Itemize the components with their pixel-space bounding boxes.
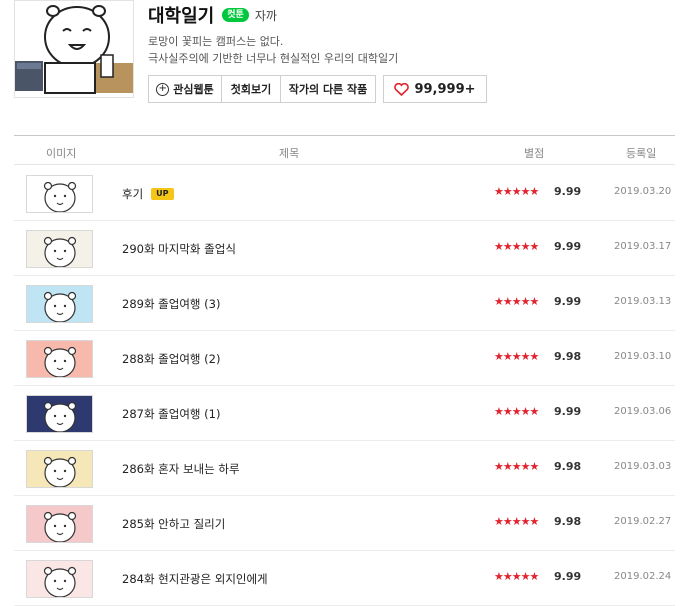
rating-score: 9.98: [554, 515, 582, 528]
rating-stars: ★★★★★: [494, 460, 539, 473]
episode-title[interactable]: 288화 졸업여행 (2): [122, 351, 220, 367]
episode-date: 2019.03.13: [614, 296, 672, 307]
episode-thumbnail[interactable]: [26, 175, 93, 213]
episode-table-header: 이미지 제목 별점 등록일: [14, 135, 675, 165]
episode-title[interactable]: 후기 UP: [122, 186, 174, 202]
episode-row[interactable]: 287화 졸업여행 (1) ★★★★★ 9.99 2019.03.06: [14, 386, 675, 441]
episode-thumbnail[interactable]: [26, 340, 93, 378]
rating-stars: ★★★★★: [494, 185, 539, 198]
author-name[interactable]: 자까: [255, 7, 277, 24]
rating-stars: ★★★★★: [494, 240, 539, 253]
episode-title[interactable]: 285화 안하고 질리기: [122, 516, 225, 532]
author-other-works-button[interactable]: 작가의 다른 작품: [281, 75, 376, 103]
rating-score: 9.99: [554, 405, 582, 418]
favorite-button[interactable]: + 관심웹툰: [148, 75, 222, 103]
header-rating: 별점: [524, 147, 545, 160]
up-badge: UP: [151, 188, 174, 200]
episode-title-text: 290화 마지막화 졸업식: [122, 242, 236, 256]
like-count: 99,999+: [414, 81, 476, 97]
rating-score: 9.99: [554, 570, 582, 583]
rating-score: 9.98: [554, 460, 582, 473]
first-episode-label: 첫회보기: [230, 83, 272, 96]
rating-score: 9.99: [554, 185, 582, 198]
episode-row[interactable]: 후기 UP ★★★★★ 9.99 2019.03.20: [14, 166, 675, 221]
description-line-2: 극사실주의에 기반한 너무나 현실적인 우리의 대학일기: [148, 52, 399, 65]
episode-date: 2019.02.24: [614, 571, 672, 582]
episode-title-text: 284화 현지관광은 외지인에게: [122, 572, 268, 586]
episode-title[interactable]: 289화 졸업여행 (3): [122, 296, 220, 312]
rating-stars: ★★★★★: [494, 350, 539, 363]
heart-icon: [394, 82, 410, 96]
episode-thumbnail[interactable]: [26, 285, 93, 323]
episode-date: 2019.03.03: [614, 461, 672, 472]
episode-date: 2019.02.27: [614, 516, 672, 527]
favorite-label: 관심웹툰: [173, 83, 214, 96]
header-image: 이미지: [46, 147, 77, 160]
episode-title[interactable]: 290화 마지막화 졸업식: [122, 241, 236, 257]
episode-row[interactable]: 289화 졸업여행 (3) ★★★★★ 9.99 2019.03.13: [14, 276, 675, 331]
episode-row[interactable]: 284화 현지관광은 외지인에게 ★★★★★ 9.99 2019.02.24: [14, 551, 675, 606]
episode-title[interactable]: 286화 혼자 보내는 하루: [122, 461, 240, 477]
episode-row[interactable]: 288화 졸업여행 (2) ★★★★★ 9.98 2019.03.10: [14, 331, 675, 386]
episode-thumbnail[interactable]: [26, 395, 93, 433]
webtoon-thumbnail[interactable]: [14, 0, 134, 98]
header-title: 제목: [279, 147, 300, 160]
episode-date: 2019.03.06: [614, 406, 672, 417]
episode-title-text: 후기: [122, 187, 144, 201]
header-date: 등록일: [626, 147, 657, 160]
description-line-1: 로망이 꽃피는 캠퍼스는 없다.: [148, 35, 284, 48]
like-button[interactable]: 99,999+: [383, 75, 487, 103]
episode-title-text: 287화 졸업여행 (1): [122, 407, 221, 421]
author-other-works-label: 작가의 다른 작품: [288, 83, 368, 96]
rating-stars: ★★★★★: [494, 570, 539, 583]
first-episode-button[interactable]: 첫회보기: [222, 75, 281, 103]
genre-badge: 컷툰: [222, 8, 249, 22]
episode-row[interactable]: 286화 혼자 보내는 하루 ★★★★★ 9.98 2019.03.03: [14, 441, 675, 496]
rating-stars: ★★★★★: [494, 295, 539, 308]
rating-score: 9.98: [554, 350, 582, 363]
plus-circle-icon: +: [156, 82, 170, 96]
episode-thumbnail[interactable]: [26, 560, 93, 598]
episode-title-text: 285화 안하고 질리기: [122, 517, 226, 531]
episode-row[interactable]: 285화 안하고 질리기 ★★★★★ 9.98 2019.02.27: [14, 496, 675, 551]
episode-thumbnail[interactable]: [26, 230, 93, 268]
episode-title[interactable]: 287화 졸업여행 (1): [122, 406, 220, 422]
episode-row[interactable]: 290화 마지막화 졸업식 ★★★★★ 9.99 2019.03.17: [14, 221, 675, 276]
episode-title[interactable]: 284화 현지관광은 외지인에게: [122, 571, 268, 587]
episode-date: 2019.03.10: [614, 351, 672, 362]
episode-thumbnail[interactable]: [26, 450, 93, 488]
rating-score: 9.99: [554, 240, 582, 253]
rating-stars: ★★★★★: [494, 515, 539, 528]
rating-stars: ★★★★★: [494, 405, 539, 418]
episode-date: 2019.03.17: [614, 241, 672, 252]
webtoon-title: 대학일기: [148, 6, 215, 27]
rating-score: 9.99: [554, 295, 582, 308]
episode-title-text: 289화 졸업여행 (3): [122, 297, 221, 311]
episode-title-text: 288화 졸업여행 (2): [122, 352, 221, 366]
episode-thumbnail[interactable]: [26, 505, 93, 543]
episode-title-text: 286화 혼자 보내는 하루: [122, 462, 240, 476]
episode-date: 2019.03.20: [614, 186, 672, 197]
